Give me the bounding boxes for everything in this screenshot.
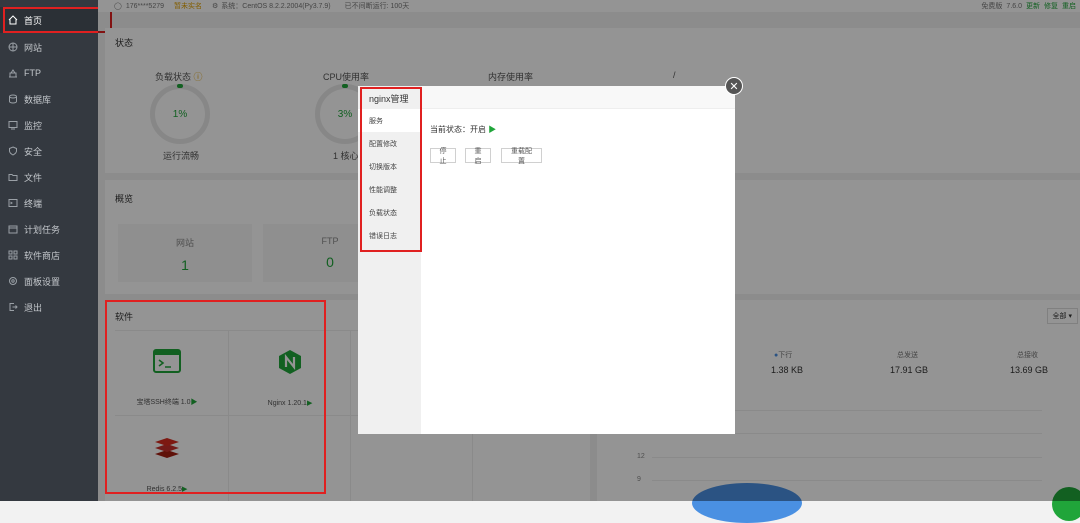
sidebar-item-label: 退出 — [24, 302, 43, 313]
grid-icon — [8, 250, 18, 260]
modal-menu-highlight-box — [360, 87, 422, 252]
sidebar-item-label: 网站 — [24, 42, 43, 53]
folder-icon — [8, 172, 18, 182]
ftp-icon — [8, 68, 18, 78]
sidebar-item-website[interactable]: 网站 — [0, 34, 98, 60]
reload-config-button[interactable]: 重载配置 — [501, 148, 542, 165]
calendar-icon — [8, 224, 18, 234]
globe-icon — [8, 42, 18, 52]
monitor-icon — [8, 120, 18, 130]
sidebar-item-cron[interactable]: 计划任务 — [0, 216, 98, 242]
sidebar-item-files[interactable]: 文件 — [0, 164, 98, 190]
sidebar-item-terminal[interactable]: 终端 — [0, 190, 98, 216]
sidebar-item-store[interactable]: 软件商店 — [0, 242, 98, 268]
sidebar-item-ftp[interactable]: FTP — [0, 60, 98, 86]
stop-button[interactable]: 停止 — [430, 148, 456, 165]
shield-icon — [8, 146, 18, 156]
sidebar-item-label: 软件商店 — [24, 250, 61, 261]
database-icon — [8, 94, 18, 104]
sidebar-item-database[interactable]: 数据库 — [0, 86, 98, 112]
sidebar-item-label: 监控 — [24, 120, 43, 131]
sidebar-item-label: 终端 — [24, 198, 43, 209]
sidebar-item-label: 文件 — [24, 172, 43, 183]
gear-icon — [8, 276, 18, 286]
terminal-icon — [8, 198, 18, 208]
sidebar-item-label: 安全 — [24, 146, 43, 157]
software-highlight-box — [105, 300, 326, 494]
sidebar-item-monitor[interactable]: 监控 — [0, 112, 98, 138]
sidebar-item-logout[interactable]: 退出 — [0, 294, 98, 320]
sidebar: 首页 网站 FTP 数据库 监控 安全 文件 终端 计划任务 软件商店 面板设置 — [0, 0, 98, 501]
sidebar-item-label: FTP — [24, 68, 41, 78]
sidebar-item-settings[interactable]: 面板设置 — [0, 268, 98, 294]
sidebar-item-security[interactable]: 安全 — [0, 138, 98, 164]
nginx-status: 当前状态：开启 ▶ — [430, 125, 497, 134]
sidebar-item-label: 数据库 — [24, 94, 52, 105]
restart-button[interactable]: 重启 — [465, 148, 491, 165]
close-icon[interactable]: ✕ — [725, 77, 743, 95]
home-highlight-box — [3, 7, 112, 33]
logout-icon — [8, 302, 18, 312]
running-icon: ▶ — [488, 125, 497, 134]
sidebar-item-label: 计划任务 — [24, 224, 61, 235]
sidebar-item-label: 面板设置 — [24, 276, 61, 287]
